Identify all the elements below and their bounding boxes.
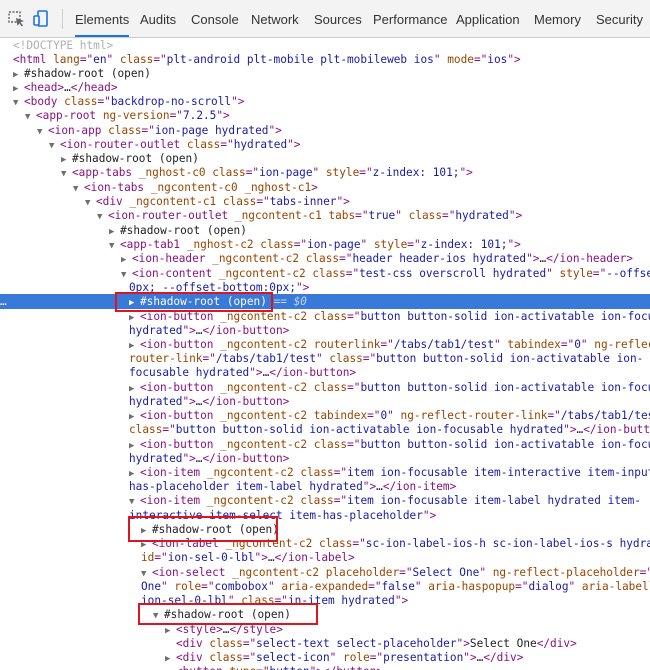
ion-tabs-node[interactable]: ▼ <ion-tabs _ngcontent-c0 _nghost-c1> xyxy=(0,180,650,195)
device-toolbar-icon[interactable] xyxy=(32,9,52,29)
ion-item-input-node[interactable]: ▶ <ion-item _ngcontent-c2 class="item ion… xyxy=(0,465,650,480)
html-node[interactable]: <html lang="en" class="plt-android plt-m… xyxy=(0,52,650,67)
ion-button-node-2[interactable]: ▶ <ion-button _ngcontent-c2 class="button… xyxy=(0,380,650,395)
ion-content-node[interactable]: ▼ <ion-content _ngcontent-c2 class="test-… xyxy=(0,266,650,281)
inner-router-outlet-shadow-root-node[interactable]: ▶ #shadow-root (open) xyxy=(0,223,650,238)
app-tab1-node[interactable]: ▼ <app-tab1 _nghost-c2 class="ion-page" s… xyxy=(0,237,650,252)
app-root-node[interactable]: ▼ <app-root ng-version="7.2.5"> xyxy=(0,108,650,123)
selected-node-marker: == $0 xyxy=(273,295,307,308)
gutter-dots: … xyxy=(0,295,7,308)
inner-router-outlet-node[interactable]: ▼ <ion-router-outlet _ngcontent-c1 tabs="… xyxy=(0,208,650,223)
elements-dom-tree[interactable]: <!DOCTYPE html> <html lang="en" class="p… xyxy=(0,38,650,670)
button-node[interactable]: <button type="button"></button> xyxy=(0,664,650,670)
ion-button-tabindex-continued: class="button button-solid ion-activatab… xyxy=(129,423,650,436)
ion-button-node-3-continued: hydrated">…</ion-button> xyxy=(129,452,290,465)
ion-button-node-2-continued: hydrated">…</ion-button> xyxy=(129,395,290,408)
ion-button-node[interactable]: ▶ <ion-button _ngcontent-c2 class="button… xyxy=(0,309,650,324)
expand-arrow-icon[interactable]: ▶ xyxy=(129,296,140,309)
expand-arrow-icon[interactable]: ▶ xyxy=(121,253,132,266)
ion-button-router-link-continued-2: focusable hydrated">…</ion-button> xyxy=(129,366,357,379)
doctype-text: <!DOCTYPE html> xyxy=(13,39,114,52)
ion-app-node[interactable]: ▼ <ion-app class="ion-page hydrated"> xyxy=(0,123,650,138)
select-text-div-node[interactable]: <div class="select-text select-placehold… xyxy=(0,636,650,651)
html-shadow-root-node[interactable]: ▶ #shadow-root (open) xyxy=(0,66,650,81)
app-tabs-node[interactable]: ▼ <app-tabs _nghost-c0 class="ion-page" s… xyxy=(0,165,650,180)
ion-button-node-continued: hydrated">…</ion-button> xyxy=(129,324,290,337)
inspect-element-icon[interactable] xyxy=(7,9,27,29)
head-node[interactable]: ▶ <head>…</head> xyxy=(0,80,650,95)
ion-item-select-node[interactable]: ▼ <ion-item _ngcontent-c2 class="item ion… xyxy=(0,493,650,508)
collapse-arrow-icon[interactable]: ▼ xyxy=(61,167,72,180)
collapse-arrow-icon[interactable]: ▼ xyxy=(153,609,164,622)
ion-header-node[interactable]: ▶ <ion-header _ngcontent-c2 class="header… xyxy=(0,251,650,266)
toolbar-divider xyxy=(62,9,63,29)
collapse-arrow-icon[interactable]: ▼ xyxy=(25,110,36,123)
ion-button-router-link-node[interactable]: ▶ <ion-button _ngcontent-c2 routerlink="/… xyxy=(0,337,650,352)
ion-router-outlet-node[interactable]: ▼ <ion-router-outlet class="hydrated"> xyxy=(0,137,650,152)
tabs-inner-div-node[interactable]: ▼ <div _ngcontent-c1 class="tabs-inner"> xyxy=(0,194,650,209)
tab-security[interactable]: Security xyxy=(596,0,643,37)
select-icon-div-node[interactable]: ▶ <div class="select-icon" role="presenta… xyxy=(0,650,650,665)
tab-sources[interactable]: Sources xyxy=(314,0,362,37)
ion-button-node-3[interactable]: ▶ <ion-button _ngcontent-c2 class="button… xyxy=(0,437,650,452)
doctype-line[interactable]: <!DOCTYPE html> xyxy=(0,38,650,53)
selected-shadow-root-node[interactable]: … ▶ #shadow-root (open) == $0 xyxy=(0,294,650,309)
tab-memory[interactable]: Memory xyxy=(534,0,581,37)
ion-select-shadow-root-node[interactable]: ▼ #shadow-root (open) xyxy=(0,607,650,622)
devtools-toolbar: Elements Audits Console Network Sources … xyxy=(0,0,650,38)
tab-application[interactable]: Application xyxy=(456,0,520,37)
ion-select-continued-2: ion-sel-0-lbl" class="in-item hydrated"> xyxy=(141,594,409,607)
ion-item-shadow-root-node[interactable]: ▶ #shadow-root (open) xyxy=(0,522,650,537)
ion-select-node[interactable]: ▼ <ion-select _ngcontent-c2 placeholder="… xyxy=(0,565,650,580)
ion-label-node[interactable]: ▶ <ion-label _ngcontent-c2 class="sc-ion-… xyxy=(0,536,650,551)
ion-item-input-continued: has-placeholder item-label hydrated">…</… xyxy=(129,480,457,493)
ion-button-router-link-continued-1: router-link="/tabs/tab1/test" class="but… xyxy=(129,352,644,365)
ion-item-select-continued: interactive item-select item-has-placeho… xyxy=(129,509,437,522)
body-node[interactable]: ▼ <body class="backdrop-no-scroll"> xyxy=(0,94,650,109)
ion-button-tabindex-node[interactable]: ▶ <ion-button _ngcontent-c2 tabindex="0" … xyxy=(0,408,650,423)
router-outlet-shadow-root-node[interactable]: ▶ #shadow-root (open) xyxy=(0,151,650,166)
tab-elements[interactable]: Elements xyxy=(75,0,130,37)
tab-audits[interactable]: Audits xyxy=(140,0,176,37)
tab-performance[interactable]: Performance xyxy=(373,0,447,37)
style-node[interactable]: ▶ <style>…</style> xyxy=(0,622,650,637)
ion-label-continued: id="ion-sel-0-lbl">…</ion-label> xyxy=(141,551,355,564)
collapse-arrow-icon[interactable]: ▼ xyxy=(129,495,140,508)
collapse-arrow-icon[interactable]: ▼ xyxy=(97,210,108,223)
ion-content-node-continued: 0px; --offset-bottom:0px;"> xyxy=(129,281,310,294)
tab-network[interactable]: Network xyxy=(251,0,299,37)
ion-select-continued-1: One" role="combobox" aria-expanded="fals… xyxy=(141,580,650,593)
tab-console[interactable]: Console xyxy=(191,0,239,37)
